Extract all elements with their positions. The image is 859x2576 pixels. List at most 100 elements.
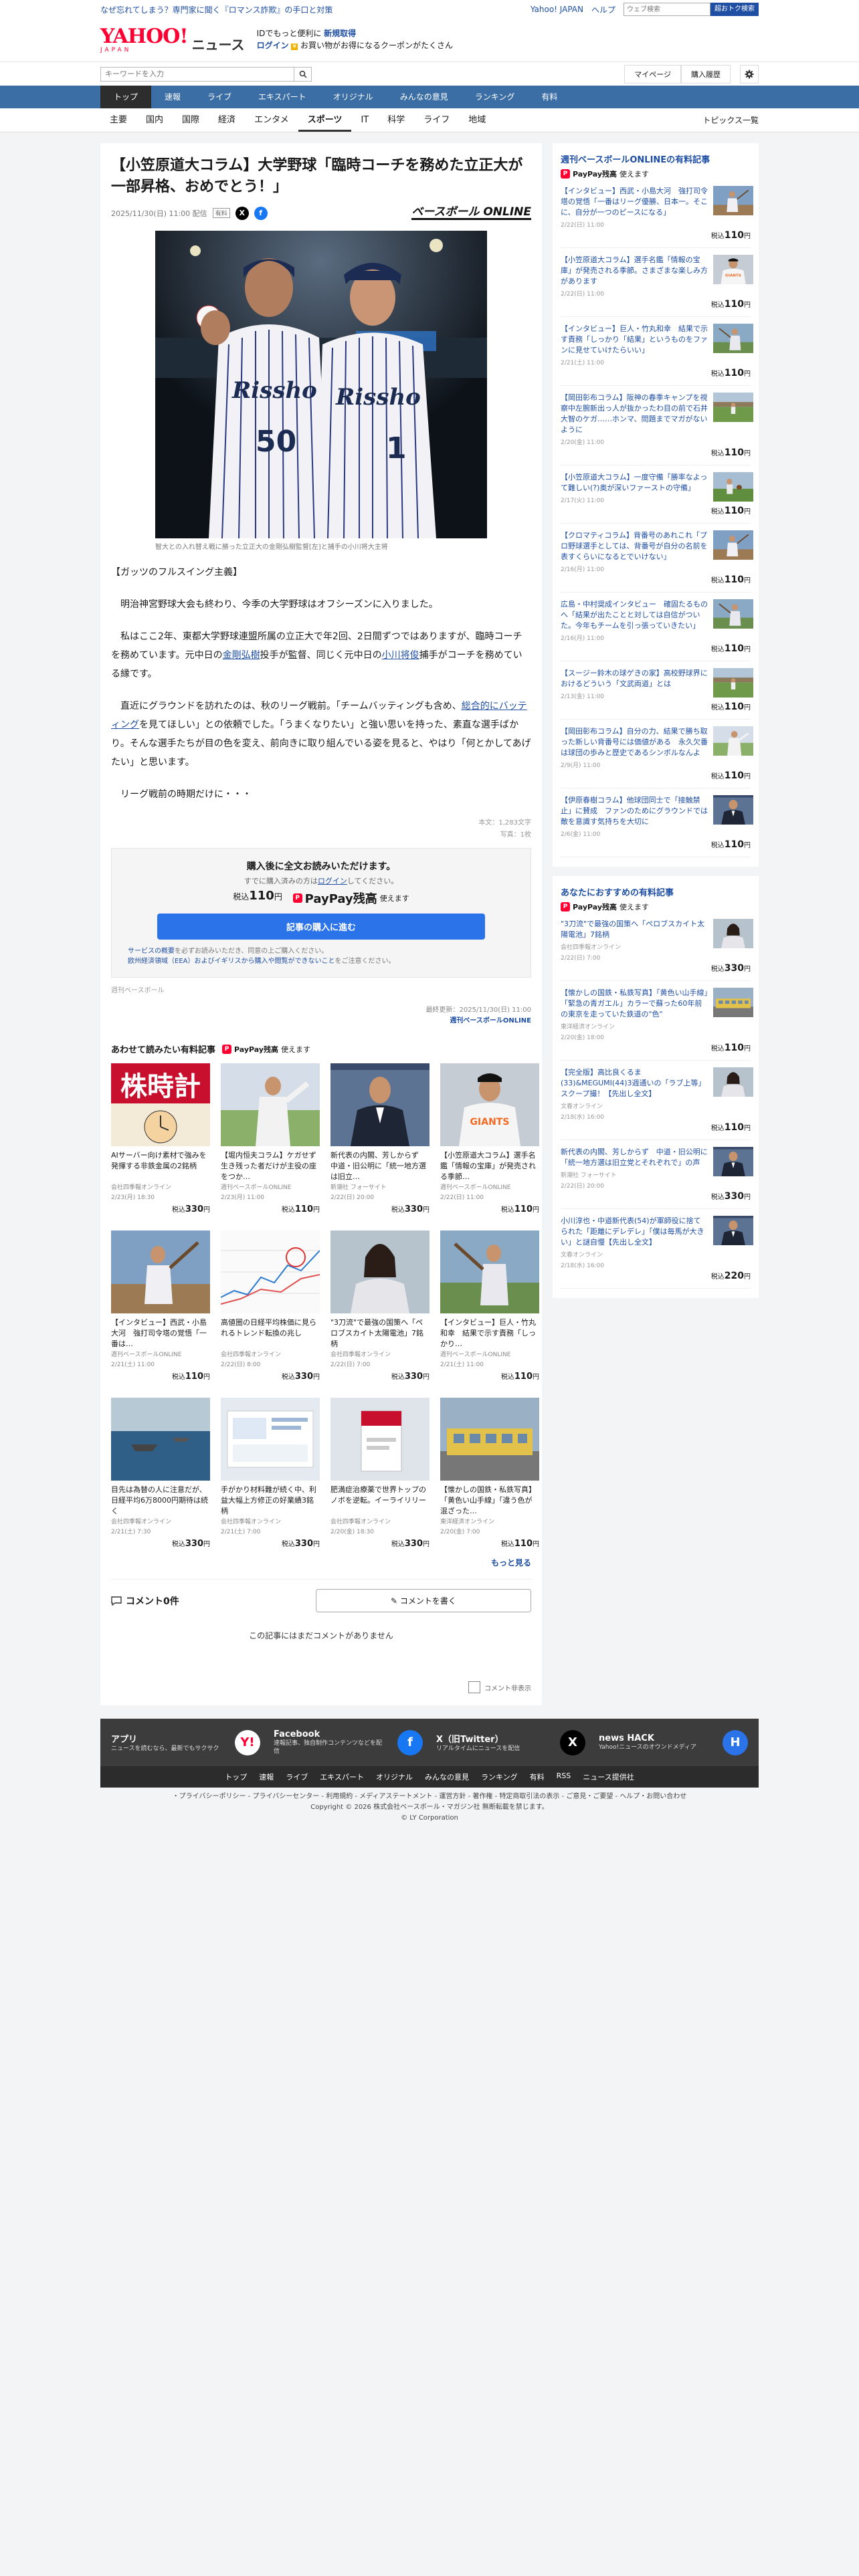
footer-nav-item[interactable]: エキスパート: [320, 1772, 364, 1782]
category-tab[interactable]: 主要: [100, 108, 136, 132]
login-link[interactable]: ログイン: [257, 41, 289, 50]
related-card[interactable]: 手がかり材料難が続く中、利益大幅上方修正の好業績3銘柄 会社四季報オンライン 2…: [221, 1398, 320, 1549]
footer-nav-item[interactable]: オリジナル: [376, 1772, 413, 1782]
related-card[interactable]: 【懐かしの国鉄・私鉄写真】「黄色い山手線」「違う色が混ざった… 東洋経済オンライ…: [440, 1398, 539, 1549]
main-nav-item[interactable]: 有料: [528, 86, 571, 108]
search-button[interactable]: [294, 66, 312, 82]
main-nav-item[interactable]: 速報: [151, 86, 194, 108]
topics-list-link[interactable]: トピックス一覧: [702, 114, 759, 126]
player-link-ogawa[interactable]: 小川将俊: [382, 650, 419, 661]
footer-card-title: X（旧Twitter）: [436, 1735, 504, 1745]
main-nav-item[interactable]: ライブ: [194, 86, 245, 108]
purchase-login-link[interactable]: ログイン: [318, 877, 347, 885]
related-card[interactable]: 肥満症治療薬で世界トップのノボを逆転。イーライリリー 会社四季報オンライン 2/…: [330, 1398, 430, 1549]
sidebar-article[interactable]: 小川淳也・中道新代表(54)が軍師役に捨てられた「距離にデレデレ」「僕は毎馬が大…: [561, 1209, 753, 1289]
sidebar-article[interactable]: "3刀流"で最強の国策へ「ペロブスカイト太陽電池」7銘柄 会社四季報オンライン 2/…: [561, 912, 753, 981]
sidebar-article[interactable]: 【岡田彰布コラム】阪神の春季キャンプを視察中左腕新出っ人が抜かったわ目の前で石井…: [561, 386, 753, 465]
footer-nav-item[interactable]: ライブ: [286, 1772, 308, 1782]
sidebar-article-title: 【伊原春樹コラム】他球団同士で「接触禁止」に賛成 ファンのためにグラウンドでは敵…: [561, 796, 708, 826]
related-title: 肥満症治療薬で世界トップのノボを逆転。イーライリリー: [330, 1485, 426, 1505]
category-tab[interactable]: 経済: [209, 108, 245, 132]
related-title: 目先は為替の人に注意だが、日経平均6万8000円期待は続く: [111, 1485, 208, 1515]
related-card[interactable]: 高値圏の日経平均株価に見られるトレンド転換の兆し 会社四季報オンライン 2/22…: [221, 1230, 320, 1382]
footer-nav-item[interactable]: 有料: [530, 1772, 545, 1782]
sidebar-article[interactable]: 【スージー鈴木の球ゲきの家】高校野球界におけるどういう「文武両道」とは 2/13(…: [561, 661, 753, 720]
publisher-logo[interactable]: ベースボール ONLINE: [411, 206, 531, 220]
sidebar-article-date: 2/21(土) 11:00: [561, 360, 605, 366]
web-search-input[interactable]: [624, 3, 710, 16]
related-card[interactable]: "3刀流"で最強の国策へ「ペロブスカイト太陽電池」7銘柄 会社四季報オンライン …: [330, 1230, 430, 1382]
more-link[interactable]: もっと見る: [491, 1558, 531, 1568]
related-card[interactable]: 目先は為替の人に注意だが、日経平均6万8000円期待は続く 会社四季報オンライン…: [111, 1398, 210, 1549]
service-overview-link[interactable]: サービスの概要: [128, 948, 175, 955]
web-search-button[interactable]: 超おトク検索: [710, 3, 759, 16]
category-tab[interactable]: スポーツ: [298, 108, 352, 132]
x-share-icon[interactable]: X: [235, 206, 249, 220]
related-card[interactable]: 新代表の内閣、芳しからず 中道・旧公明に「統一地方選は旧立… 新潮社 フォーサイ…: [330, 1063, 430, 1214]
footer-card[interactable]: アプリ ニュースを読むなら、最新でもサクサク Y!: [111, 1729, 260, 1755]
sidebar-thumbnail: GIANTS: [713, 255, 753, 284]
related-card[interactable]: GIANTS 【小笠原道大コラム】選手名鑑「情報の宝庫」が発売される季節… 週刊…: [440, 1063, 539, 1214]
related-title: 【インタビュー】巨人・竹丸和幸 結果で示す責務「しっかり…: [440, 1318, 536, 1348]
footer-nav-item[interactable]: RSS: [557, 1772, 571, 1782]
sidebar-article[interactable]: 【完全版】高比良くるま(33)&MEGUMI(44)3週通いの「ラブ上等」スクー…: [561, 1061, 753, 1140]
sidebar-article-title: 【岡田彰布コラム】自分の力、結果で勝ち取った新しい背番号には価値がある 永久欠番…: [561, 727, 708, 757]
related-card[interactable]: 株時計 AIサーバー向け素材で強みを発揮する非鉄金属の2銘柄 会社四季報オンライ…: [111, 1063, 210, 1214]
sidebar-article[interactable]: 【小笠原道大コラム】選手名鑑「情報の宝庫」が発売される季節。さまざまな楽しみ方が…: [561, 248, 753, 317]
category-tab[interactable]: 地域: [459, 108, 495, 132]
source-link[interactable]: 週刊ベースボールONLINE: [450, 1017, 531, 1025]
hide-comments-toggle[interactable]: コメント非表示: [111, 1681, 531, 1693]
promo-link[interactable]: なぜ忘れてしまう？専門家に聞く『ロマンス詐欺』の手口と対策: [100, 4, 332, 15]
footer-card[interactable]: news HACK Yahoo!ニュースのオウンドメディア H: [599, 1729, 748, 1755]
related-card[interactable]: 【堀内恒夫コラム】ケガせず生き残った者だけが主役の座をつか… 週刊ベースボールO…: [221, 1063, 320, 1214]
footer-nav-item[interactable]: ニュース提供社: [583, 1772, 634, 1782]
sidebar-article-date: 2/20(金) 18:00: [561, 1035, 605, 1041]
related-source: 会社四季報オンライン: [330, 1519, 391, 1525]
eea-notice-link[interactable]: 欧州経済領域（EEA）およびイギリスから購入や閲覧ができないこと: [128, 958, 335, 965]
category-tab[interactable]: ライフ: [414, 108, 459, 132]
sidebar-article[interactable]: 【岡田彰布コラム】自分の力、結果で勝ち取った新しい背番号には価値がある 永久欠番…: [561, 720, 753, 788]
category-tab[interactable]: 国際: [173, 108, 209, 132]
category-tab[interactable]: 科学: [378, 108, 414, 132]
main-nav-item[interactable]: ランキング: [462, 86, 529, 108]
category-tab[interactable]: エンタメ: [245, 108, 298, 132]
keyword-input[interactable]: [100, 66, 294, 82]
purchase-history-button[interactable]: 購入履歴: [681, 64, 731, 84]
main-nav-item[interactable]: トップ: [100, 86, 152, 108]
help-link[interactable]: ヘルプ: [591, 4, 615, 15]
main-nav: トップ 速報 ライブ エキスパート オリジナル みんなの意見 ランキング 有料: [0, 86, 859, 108]
related-card[interactable]: 【インタビュー】西武・小島大河 強打司令塔の覚悟「一番は… 週刊ベースボールON…: [111, 1230, 210, 1382]
sidebar-article[interactable]: 【インタビュー】西武・小島大河 強打司令塔の覚悟「一番はリーグ優勝、日本一。そこ…: [561, 179, 753, 248]
related-title: 高値圏の日経平均株価に見られるトレンド転換の兆し: [221, 1318, 316, 1337]
write-comment-button[interactable]: ✎ コメントを書く: [316, 1589, 531, 1612]
player-link-kongo[interactable]: 金剛弘樹: [223, 650, 260, 661]
checkbox[interactable]: [468, 1681, 480, 1693]
purchase-button[interactable]: 記事の購入に進む: [157, 914, 485, 940]
sidebar-article[interactable]: 【小笠原道大コラム】一度守備「勝率なよって難しい(?)奥が深いファーストの守備」…: [561, 465, 753, 524]
footer-card[interactable]: Facebook 速報記事、独自制作コンテンツなどを配信 f: [274, 1729, 423, 1755]
yahoo-japan-link[interactable]: Yahoo! JAPAN: [531, 5, 583, 14]
sidebar-article[interactable]: 【インタビュー】巨人・竹丸和幸 結果で示す責務「しっかり「結果」というものをファ…: [561, 317, 753, 386]
footer-nav-item[interactable]: ランキング: [481, 1772, 518, 1782]
facebook-share-icon[interactable]: f: [254, 206, 268, 220]
yahoo-news-logo[interactable]: YAHOO! JAPAN ニュース: [100, 27, 245, 54]
main-nav-item[interactable]: エキスパート: [245, 86, 320, 108]
sidebar-article[interactable]: 新代表の内閣、芳しからず 中道・旧公明に「統一地方選は旧立党とそれぞれで」の声新…: [561, 1140, 753, 1209]
footer-nav-item[interactable]: トップ: [225, 1772, 247, 1782]
register-link[interactable]: 新規取得: [324, 29, 356, 38]
sidebar-article[interactable]: 広島・中村奨成インタビュー 確固たるものへ「結果が出たことと対しては自信がついた…: [561, 593, 753, 661]
related-date: 2/20(金) 18:30: [330, 1529, 375, 1535]
sidebar-article[interactable]: 【懐かしの国鉄・私鉄写真】「黄色い山手線」「緊急の青ガエル」カラーで蘇った60年…: [561, 981, 753, 1061]
footer-card[interactable]: X（旧Twitter） リアルタイムにニュースを配信 X: [436, 1729, 585, 1755]
main-nav-item[interactable]: みんなの意見: [387, 86, 462, 108]
category-tab[interactable]: IT: [351, 108, 378, 132]
footer-nav-item[interactable]: みんなの意見: [425, 1772, 469, 1782]
sidebar-article[interactable]: 【クロマティコラム】背番号のあれこれ「プロ野球選手としては、背番号が自分の名前を…: [561, 524, 753, 593]
settings-button[interactable]: [740, 64, 759, 84]
footer-nav-item[interactable]: 速報: [259, 1772, 274, 1782]
main-nav-item[interactable]: オリジナル: [320, 86, 387, 108]
related-card[interactable]: 【インタビュー】巨人・竹丸和幸 結果で示す責務「しっかり… 週刊ベースボールON…: [440, 1230, 539, 1382]
sidebar-article[interactable]: 【伊原春樹コラム】他球団同士で「接触禁止」に賛成 ファンのためにグラウンドでは敵…: [561, 788, 753, 857]
mypage-button[interactable]: マイページ: [624, 64, 681, 84]
category-tab[interactable]: 国内: [136, 108, 173, 132]
